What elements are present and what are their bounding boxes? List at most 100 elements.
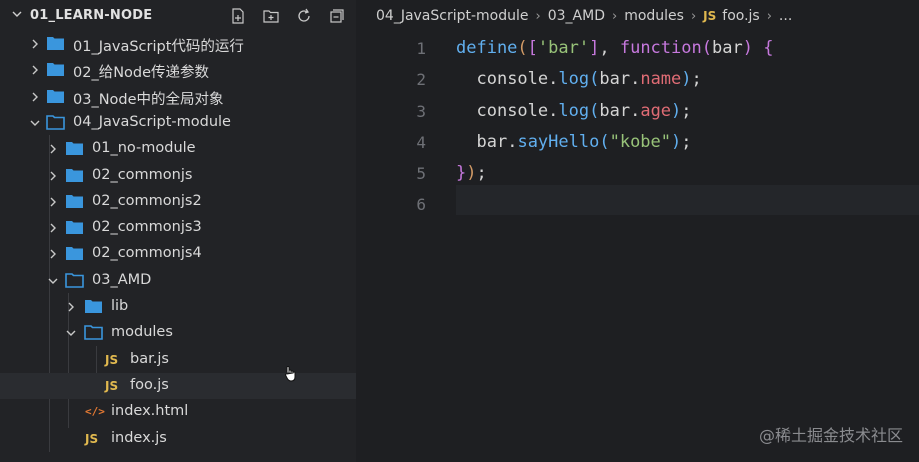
tree-folder-row[interactable]: 02_commonjs3 [0, 215, 356, 241]
code-token: ( [517, 38, 528, 58]
breadcrumb-file[interactable]: foo.js [722, 8, 759, 24]
code-token: console [476, 69, 549, 90]
tree-item-label: index.html [111, 403, 189, 420]
tree-folder-row[interactable]: 01_JavaScript代码的运行 [0, 31, 356, 57]
breadcrumb-item[interactable]: modules [624, 8, 684, 24]
breadcrumb-item[interactable]: 03_AMD [548, 8, 605, 24]
chevron-right-icon: › [611, 8, 618, 24]
tree-folder-row[interactable]: 02_commonjs4 [0, 241, 356, 267]
tree-item-label: index.js [111, 429, 167, 446]
tree-file-row[interactable]: JS index.js [0, 426, 356, 452]
explorer-title: 01_LEARN-NODE [30, 8, 153, 23]
js-file-icon: JS [703, 9, 717, 23]
code-token: define [456, 38, 518, 58]
explorer-header[interactable]: 01_LEARN-NODE [0, 0, 356, 32]
tree-folder-row[interactable]: 02_commonjs2 [0, 189, 356, 215]
chevron-right-icon[interactable] [48, 249, 58, 259]
code-editor[interactable]: 04_JavaScript-module › 03_AMD › modules … [356, 0, 919, 462]
chevron-right-icon[interactable] [66, 302, 76, 312]
chevron-right-icon[interactable] [48, 144, 58, 154]
code-token: ( [589, 69, 600, 90]
code-token: ] [589, 38, 600, 58]
code-token: age [640, 100, 672, 121]
watermark: @稀土掘金技术社区 [758, 426, 903, 445]
code-token: . [548, 100, 559, 121]
explorer-sidebar: 01_LEARN-NODE 01_JavaScript代码的运行 02_给Node… [0, 0, 356, 462]
js-file-icon: JS [105, 352, 119, 367]
refresh-icon[interactable] [295, 7, 313, 25]
code-line: define(['bar'], function(bar) { [456, 33, 773, 64]
folder-open-icon [65, 272, 84, 288]
code-token: log [558, 69, 590, 90]
tree-item-label: 02_commonjs3 [92, 219, 202, 236]
code-token: . [507, 131, 518, 152]
tree-item-label: 02_commonjs2 [92, 192, 202, 209]
tree-file-row[interactable]: JS foo.js [0, 372, 356, 399]
chevron-down-icon[interactable] [12, 11, 22, 18]
code-token: . [630, 100, 641, 121]
js-file-icon: JS [105, 378, 119, 393]
breadcrumb-more[interactable]: ... [779, 8, 792, 24]
new-file-icon[interactable] [229, 7, 247, 25]
html-file-icon: </> [85, 405, 105, 419]
js-file-icon: JS [85, 431, 99, 446]
tree-item-label: 03_Node中的全局对象 [73, 91, 224, 108]
tree-file-row[interactable]: </> index.html [0, 399, 356, 425]
chevron-right-icon[interactable] [48, 223, 58, 233]
folder-icon [47, 63, 64, 77]
line-numbers: 1 2 3 4 5 6 [386, 33, 426, 221]
chevron-down-icon[interactable] [30, 118, 40, 128]
code-line: console.log(bar.name); [456, 64, 773, 95]
chevron-right-icon: › [766, 8, 772, 24]
tree-item-label: 01_JavaScript代码的运行 [73, 39, 244, 55]
code-token: [ [527, 38, 538, 58]
folder-icon [66, 247, 83, 261]
tree-folder-row[interactable]: lib [0, 294, 356, 320]
code-content[interactable]: define(['bar'], function(bar) { console.… [456, 33, 773, 221]
code-token: name [640, 69, 682, 90]
breadcrumb-item[interactable]: 04_JavaScript-module [376, 8, 529, 24]
chevron-right-icon: › [535, 8, 541, 24]
collapse-all-icon[interactable] [328, 7, 346, 25]
line-number: 1 [416, 39, 426, 58]
tree-item-label: 01_no-module [92, 140, 196, 157]
folder-open-icon [46, 115, 65, 130]
mouse-cursor-icon [285, 366, 296, 382]
code-token: ) [466, 163, 477, 184]
new-folder-icon[interactable] [262, 7, 280, 25]
code-line: console.log(bar.age); [456, 96, 773, 127]
chevron-down-icon[interactable] [48, 276, 58, 286]
code-token: . [630, 69, 641, 90]
tree-item-label: 03_AMD [92, 271, 152, 288]
tree-folder-row[interactable]: 04_JavaScript-module [0, 110, 356, 136]
code-token: } [456, 163, 467, 184]
tree-item-label: 02_commonjs [92, 166, 193, 183]
chevron-right-icon[interactable] [30, 65, 40, 75]
chevron-down-icon[interactable] [66, 328, 76, 338]
tree-folder-row[interactable]: 02_给Node传递参数 [0, 57, 356, 83]
chevron-right-icon[interactable] [30, 39, 40, 49]
chevron-right-icon[interactable] [48, 171, 58, 181]
tree-folder-row[interactable]: 03_Node中的全局对象 [0, 84, 356, 110]
tree-folder-row[interactable]: 03_AMD [0, 268, 356, 294]
tree-folder-row[interactable]: modules [0, 320, 356, 346]
tree-item-label: modules [111, 324, 173, 341]
code-token: ; [681, 100, 692, 121]
line-number: 5 [416, 164, 426, 184]
code-token: ( [701, 38, 712, 58]
tree-item-label: foo.js [130, 376, 169, 393]
code-token: ; [476, 163, 487, 184]
tree-folder-row[interactable]: 01_no-module [0, 136, 356, 162]
folder-icon [47, 89, 64, 103]
chevron-right-icon[interactable] [30, 92, 40, 102]
chevron-right-icon[interactable] [48, 197, 58, 207]
tree-folder-row[interactable]: 02_commonjs [0, 163, 356, 189]
tree-file-row[interactable]: JS bar.js [0, 347, 356, 373]
line-number: 4 [416, 132, 426, 152]
folder-open-icon [84, 325, 103, 341]
breadcrumb: 04_JavaScript-module › 03_AMD › modules … [376, 8, 792, 24]
